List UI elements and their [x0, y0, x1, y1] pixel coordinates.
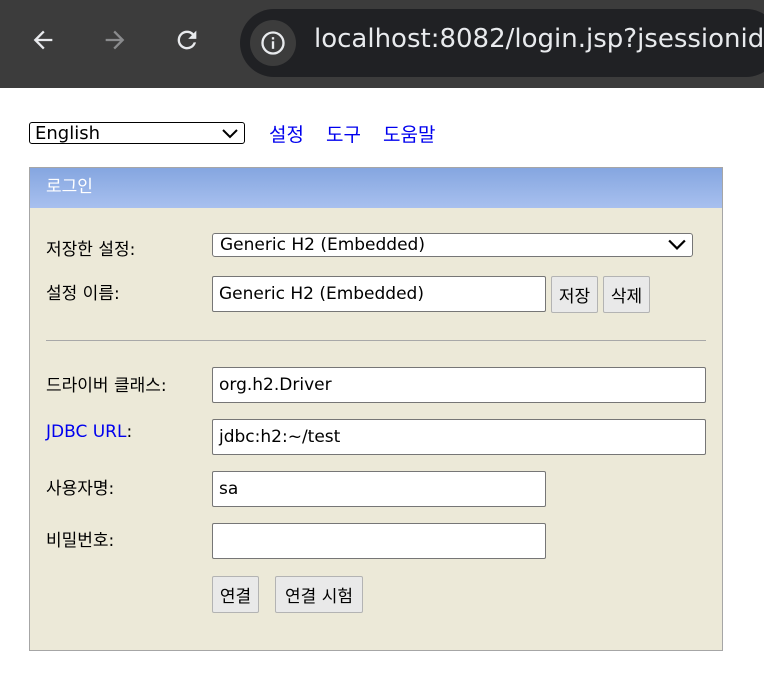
username-label: 사용자명:	[46, 479, 115, 499]
site-info-button[interactable]	[250, 20, 296, 66]
help-link[interactable]: 도움말	[383, 120, 435, 147]
save-button[interactable]: 저장	[551, 276, 598, 313]
url-text[interactable]: localhost:8082/login.jsp?jsessionid=	[314, 24, 764, 54]
info-icon	[261, 31, 285, 55]
arrow-right-icon	[105, 30, 125, 50]
language-select-value: English	[35, 123, 100, 144]
browser-toolbar: localhost:8082/login.jsp?jsessionid=	[0, 0, 764, 88]
jdbc-url-link[interactable]: JDBC URL	[46, 422, 126, 442]
login-header: 로그인	[30, 168, 722, 208]
saved-settings-select[interactable]: Generic H2 (Embedded)	[212, 233, 693, 257]
chevron-down-icon	[222, 129, 238, 139]
back-button[interactable]	[23, 20, 63, 60]
delete-button[interactable]: 삭제	[603, 276, 650, 313]
reload-icon	[177, 30, 197, 50]
test-connection-button[interactable]: 연결 시험	[275, 576, 363, 613]
jdbc-url-input[interactable]: jdbc:h2:~/test	[212, 419, 706, 455]
username-value: sa	[219, 479, 239, 499]
setting-name-label: 설정 이름:	[46, 284, 120, 304]
jdbc-url-value: jdbc:h2:~/test	[219, 427, 341, 447]
driver-class-value: org.h2.Driver	[219, 375, 332, 395]
chevron-down-icon	[668, 239, 686, 250]
setting-name-input[interactable]: Generic H2 (Embedded)	[212, 276, 546, 312]
reload-button[interactable]	[167, 20, 207, 60]
tools-link[interactable]: 도구	[326, 120, 361, 147]
arrow-left-icon	[33, 30, 53, 50]
driver-class-input[interactable]: org.h2.Driver	[212, 367, 706, 403]
jdbc-url-colon: :	[126, 422, 133, 442]
setting-name-value: Generic H2 (Embedded)	[219, 284, 424, 304]
login-panel: 로그인 저장한 설정: Generic H2 (Embedded) 설정 이름:…	[29, 167, 723, 651]
password-input[interactable]	[212, 523, 546, 559]
jdbc-url-label: JDBC URL:	[46, 422, 132, 442]
saved-settings-label: 저장한 설정:	[46, 240, 136, 260]
forward-button[interactable]	[95, 20, 135, 60]
settings-link[interactable]: 설정	[269, 120, 304, 147]
password-label: 비밀번호:	[46, 531, 115, 551]
driver-class-label: 드라이버 클래스:	[46, 376, 167, 396]
saved-settings-value: Generic H2 (Embedded)	[220, 235, 425, 255]
divider	[46, 340, 706, 341]
language-select[interactable]: English	[29, 122, 245, 144]
connect-button[interactable]: 연결	[212, 576, 259, 613]
username-input[interactable]: sa	[212, 471, 546, 507]
